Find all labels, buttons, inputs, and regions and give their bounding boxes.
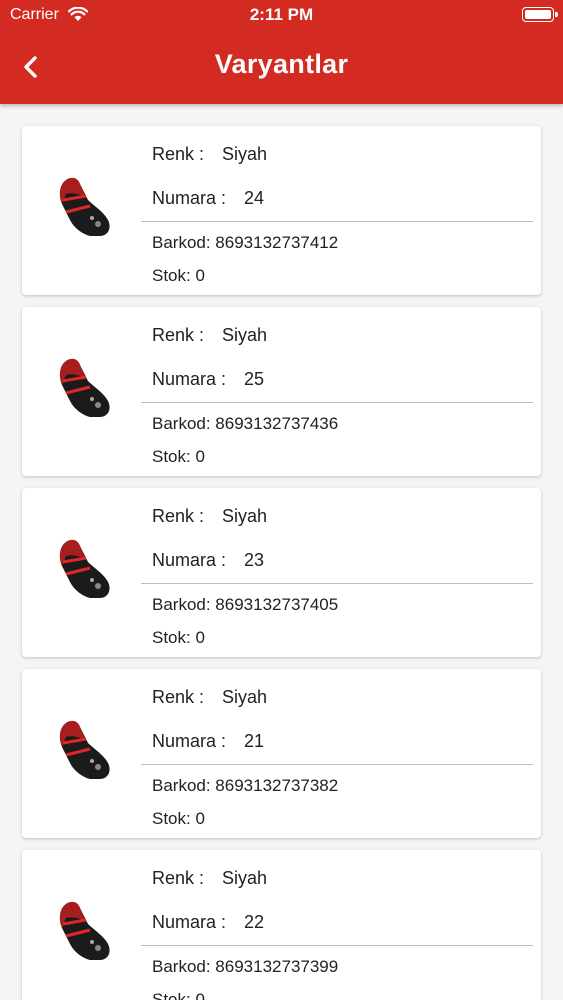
numara-label: Numara :	[152, 188, 227, 208]
stok-text: Stok: 0	[152, 628, 205, 647]
numara-label: Numara :	[152, 550, 227, 570]
numara-label: Numara :	[152, 912, 227, 932]
divider	[141, 583, 533, 584]
renk-value: Siyah	[222, 506, 268, 526]
variant-card[interactable]: Renk : Siyah Numara : 25 Barkod: 869313273…	[22, 307, 541, 476]
renk-value: Siyah	[222, 325, 268, 345]
renk-label: Renk :	[152, 144, 205, 164]
variant-card[interactable]: Renk : Siyah Numara : 22 Barkod: 869313273…	[22, 850, 541, 1000]
numara-row: Numara : 25	[152, 369, 264, 390]
shoe-thumbnail	[59, 720, 110, 779]
shoe-thumbnail	[59, 177, 110, 236]
renk-label: Renk :	[152, 687, 205, 707]
variant-card[interactable]: Renk : Siyah Numara : 24 Barkod: 869313273…	[22, 126, 541, 295]
renk-row: Renk : Siyah	[152, 687, 267, 708]
barkod-text: Barkod: 8693132737382	[152, 776, 339, 795]
numara-value: 25	[244, 369, 265, 389]
shoe-thumbnail	[59, 901, 110, 960]
barkod-text: Barkod: 8693132737399	[152, 957, 339, 976]
renk-label: Renk :	[152, 506, 205, 526]
numara-row: Numara : 21	[152, 731, 264, 752]
numara-row: Numara : 24	[152, 188, 264, 209]
divider	[141, 402, 533, 403]
stok-text: Stok: 0	[152, 447, 205, 466]
numara-value: 24	[244, 188, 265, 208]
renk-value: Siyah	[222, 144, 268, 164]
variant-card[interactable]: Renk : Siyah Numara : 21 Barkod: 869313273…	[22, 669, 541, 838]
numara-value: 23	[244, 550, 265, 570]
renk-row: Renk : Siyah	[152, 325, 267, 346]
renk-row: Renk : Siyah	[152, 144, 267, 165]
barkod-text: Barkod: 8693132737405	[152, 595, 339, 614]
numara-row: Numara : 23	[152, 550, 264, 571]
battery-icon	[522, 7, 558, 22]
status-bar: Carrier 2:11 PM	[0, 0, 563, 30]
numara-row: Numara : 22	[152, 912, 264, 933]
divider	[141, 764, 533, 765]
barkod-text: Barkod: 8693132737436	[152, 414, 339, 433]
renk-value: Siyah	[222, 868, 268, 888]
renk-row: Renk : Siyah	[152, 506, 267, 527]
renk-label: Renk :	[152, 868, 205, 888]
status-time: 2:11 PM	[249, 5, 314, 24]
numara-label: Numara :	[152, 369, 227, 389]
stok-text: Stok: 0	[152, 809, 205, 828]
shoe-thumbnail	[59, 358, 110, 417]
variant-card[interactable]: Renk : Siyah Numara : 23 Barkod: 869313273…	[22, 488, 541, 657]
numara-value: 21	[244, 731, 265, 751]
stok-text: Stok: 0	[152, 266, 205, 285]
stok-text: Stok: 0	[152, 990, 205, 1000]
barkod-text: Barkod: 8693132737412	[152, 233, 339, 252]
renk-label: Renk :	[152, 325, 205, 345]
numara-value: 22	[244, 912, 265, 932]
divider	[141, 945, 533, 946]
renk-value: Siyah	[222, 687, 268, 707]
variant-list: Renk : Siyah Numara : 24 Barkod: 869313273…	[22, 126, 541, 1000]
nav-bar: Varyantlar	[0, 30, 563, 104]
numara-label: Numara :	[152, 731, 227, 751]
renk-row: Renk : Siyah	[152, 868, 267, 889]
shoe-thumbnail	[59, 539, 110, 598]
divider	[141, 221, 533, 222]
page-title: Varyantlar	[214, 49, 349, 79]
